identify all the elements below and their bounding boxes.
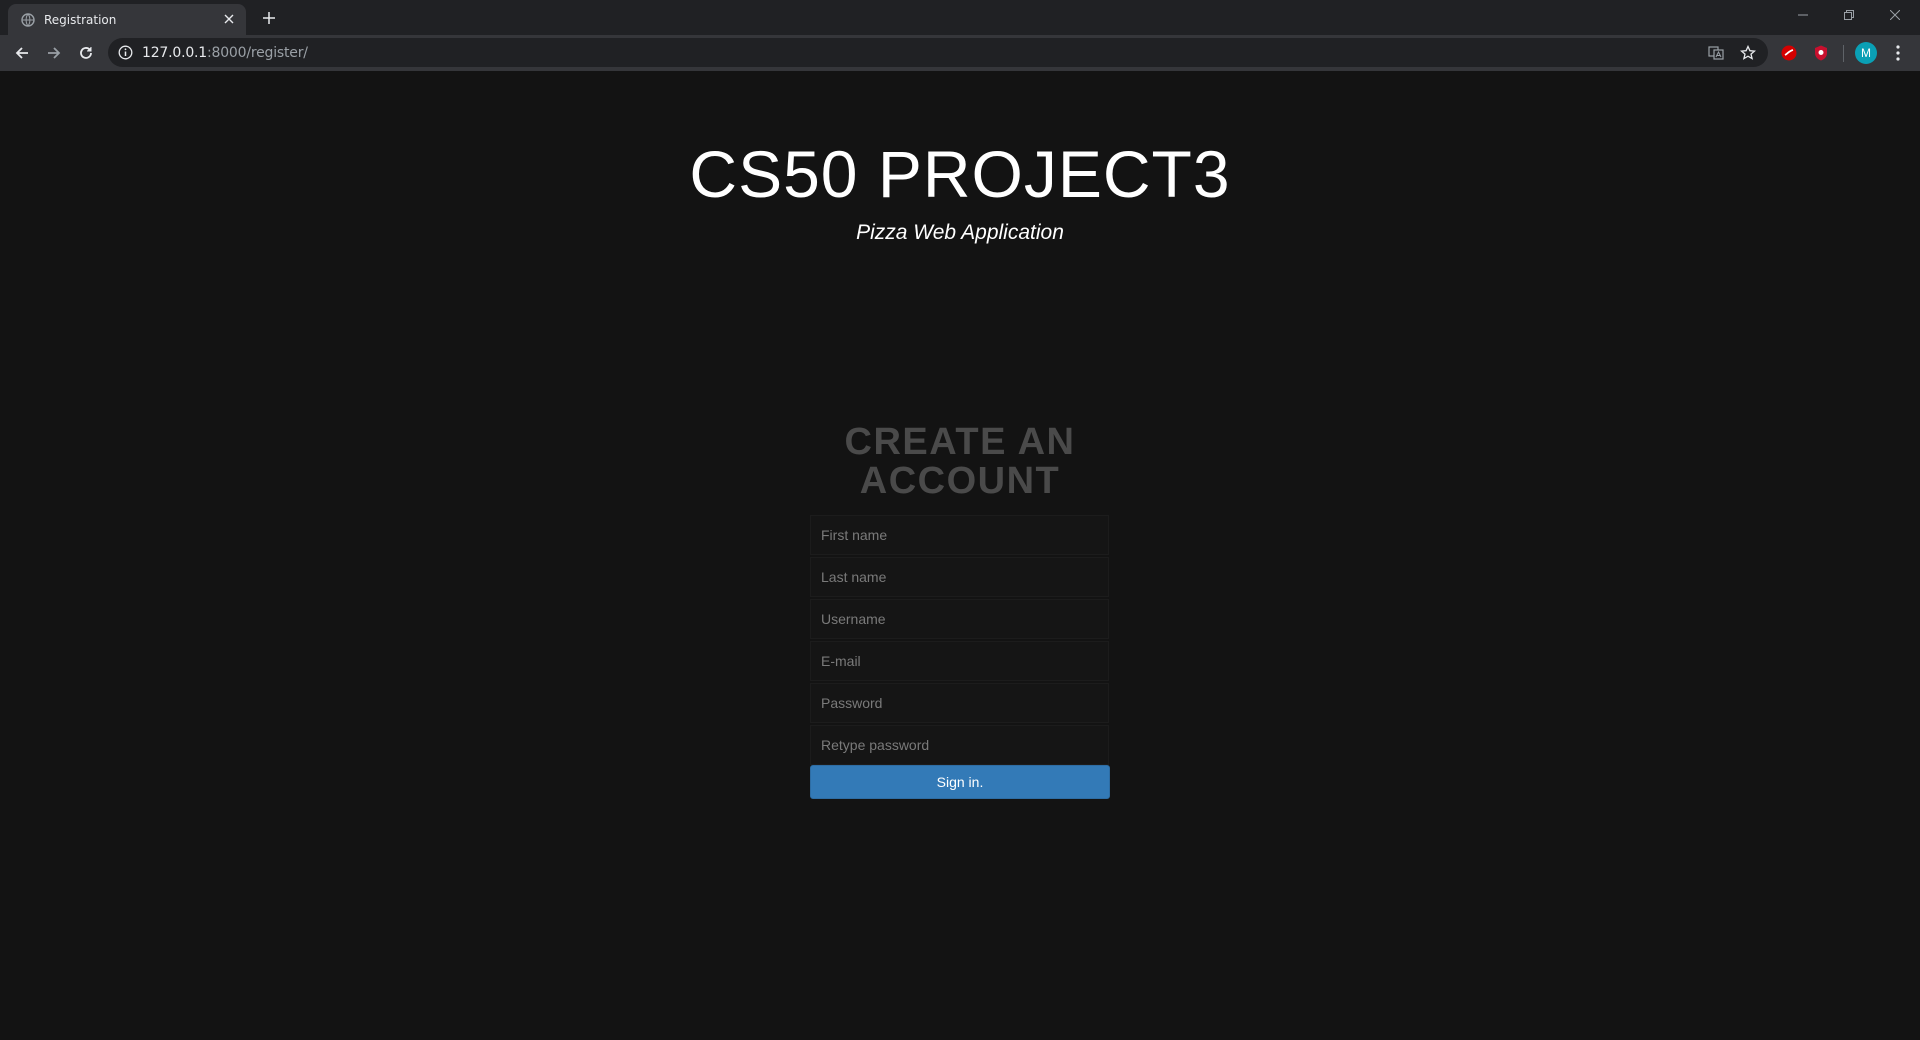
info-icon[interactable]	[118, 45, 133, 60]
extension-red-icon[interactable]	[1778, 42, 1800, 64]
site-title: CS50 PROJECT3	[689, 137, 1231, 211]
bookmark-star-icon[interactable]	[1738, 43, 1758, 63]
forward-arrow-icon[interactable]	[40, 39, 68, 67]
url-path: :8000/register/	[207, 45, 308, 61]
new-tab-icon[interactable]	[257, 6, 281, 30]
restore-icon[interactable]	[1826, 0, 1872, 30]
browser-toolbar: 127.0.0.1:8000/register/ M	[0, 35, 1920, 72]
reload-icon[interactable]	[72, 39, 100, 67]
browser-tab[interactable]: Registration	[8, 4, 246, 35]
page-content: CS50 PROJECT3 Pizza Web Application CREA…	[0, 71, 1920, 1040]
form-heading: CREATE AN ACCOUNT	[844, 421, 1076, 502]
tab-title: Registration	[44, 13, 117, 27]
translate-icon[interactable]	[1706, 43, 1726, 63]
username-input[interactable]	[810, 599, 1109, 639]
address-bar[interactable]: 127.0.0.1:8000/register/	[108, 38, 1768, 67]
site-subtitle: Pizza Web Application	[856, 221, 1064, 244]
close-window-icon[interactable]	[1872, 0, 1918, 30]
globe-icon	[21, 13, 35, 27]
url-text: 127.0.0.1:8000/register/	[142, 45, 308, 61]
url-host: 127.0.0.1	[142, 45, 207, 61]
tab-strip: Registration	[0, 0, 1920, 35]
profile-avatar[interactable]: M	[1855, 42, 1877, 64]
toolbar-divider	[1843, 45, 1844, 62]
password-input[interactable]	[810, 683, 1109, 723]
sign-in-button[interactable]: Sign in.	[810, 765, 1110, 799]
menu-kebab-icon[interactable]	[1887, 42, 1909, 64]
last-name-input[interactable]	[810, 557, 1109, 597]
retype-password-input[interactable]	[810, 725, 1109, 765]
close-tab-icon[interactable]	[220, 10, 238, 28]
minimize-icon[interactable]	[1780, 0, 1826, 30]
email-input[interactable]	[810, 641, 1109, 681]
extension-shield-icon[interactable]	[1810, 42, 1832, 64]
first-name-input[interactable]	[810, 515, 1109, 555]
back-arrow-icon[interactable]	[8, 39, 36, 67]
